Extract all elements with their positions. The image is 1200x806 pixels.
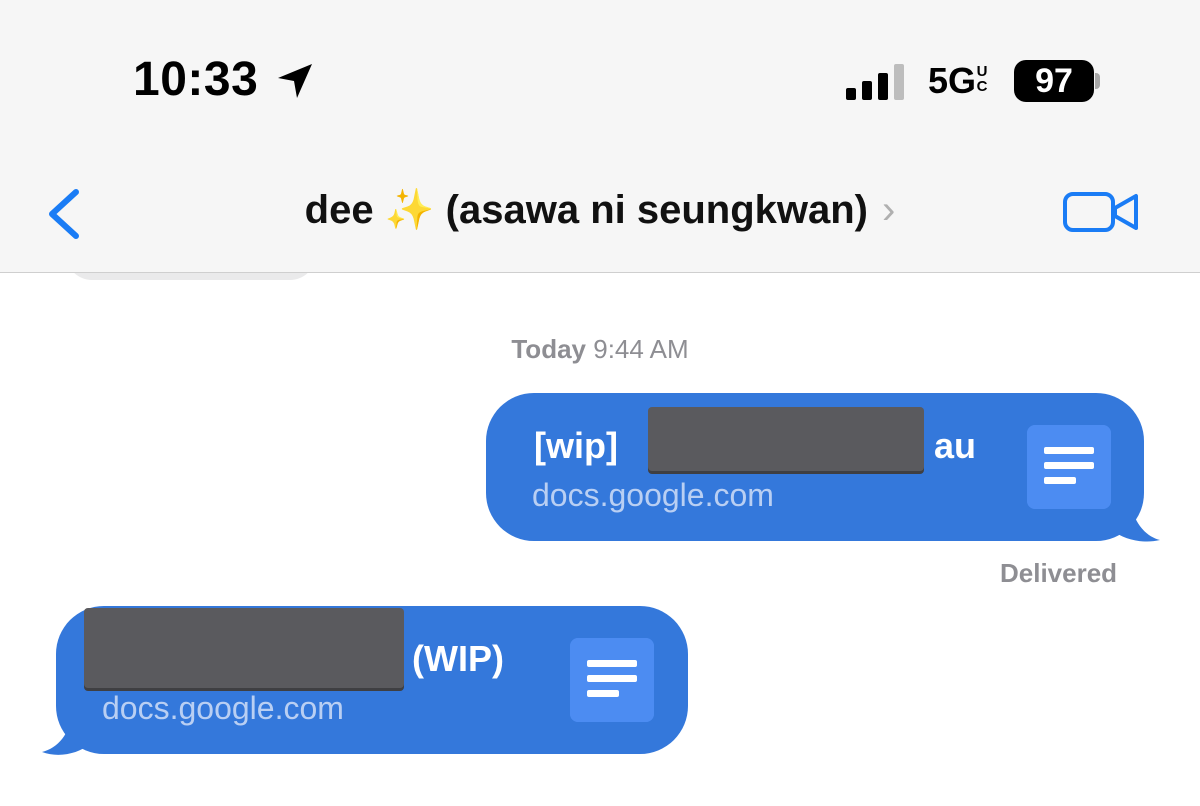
link-title-suffix: au	[934, 425, 977, 466]
link-url: docs.google.com	[102, 690, 344, 726]
contact-name: dee	[304, 188, 374, 232]
contact-name-suffix: (asawa ni seungkwan)	[445, 188, 868, 232]
outgoing-link-bubble[interactable]: [wip] au docs.google.com	[486, 393, 1144, 541]
link-title-suffix: (WIP)	[412, 638, 504, 679]
network-sup-bottom: C	[976, 78, 988, 95]
redacted-text	[648, 407, 924, 471]
chevron-right-icon: ›	[882, 188, 896, 232]
battery-indicator: 97	[1014, 60, 1094, 102]
link-title: [wip]	[534, 425, 618, 467]
sparkles-emoji: ✨	[384, 188, 435, 232]
timestamp-time: 9:44 AM	[593, 334, 689, 364]
network-type: 5G	[928, 60, 977, 101]
document-icon	[570, 638, 654, 722]
network-uc-label: U C	[975, 64, 989, 94]
link-title-prefix: [wip]	[534, 425, 618, 466]
header: 10:33 5G U C 97 dee ✨ (asawa ni seungkwa…	[0, 0, 1200, 273]
document-icon	[1027, 425, 1111, 509]
video-call-icon[interactable]	[1062, 188, 1140, 236]
contact-header: dee ✨ (asawa ni seungkwan) ›	[0, 186, 1200, 233]
link-url: docs.google.com	[532, 477, 774, 513]
status-time: 10:33	[133, 53, 259, 106]
battery-nub	[1095, 73, 1100, 89]
delivered-status: Delivered	[1000, 558, 1118, 588]
conversation-timestamp: Today 9:44 AM	[0, 334, 1200, 365]
cellular-signal-icon	[846, 64, 904, 100]
timestamp-day: Today	[511, 334, 586, 364]
location-arrow-icon	[278, 64, 312, 98]
contact-name-button[interactable]: dee ✨ (asawa ni seungkwan) ›	[305, 186, 896, 233]
redacted-text	[84, 608, 404, 688]
battery-level: 97	[1035, 61, 1073, 100]
network-sup-top: U	[976, 63, 988, 80]
back-chevron-icon[interactable]	[44, 186, 84, 242]
incoming-link-bubble[interactable]: (WIP) docs.google.com	[56, 606, 688, 754]
